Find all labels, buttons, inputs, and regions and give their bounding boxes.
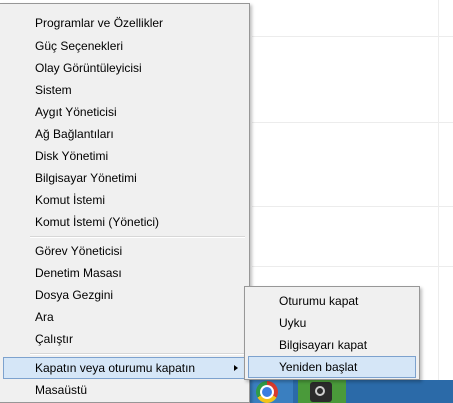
shutdown-submenu: Oturumu kapat Uyku Bilgisayarı kapat Yen… — [244, 286, 420, 380]
chrome-icon — [256, 381, 278, 403]
background-line — [252, 36, 453, 37]
menu-item-task-manager[interactable]: Görev Yöneticisi — [3, 240, 245, 262]
menu-item-command-prompt-admin[interactable]: Komut İstemi (Yönetici) — [3, 211, 245, 233]
steam-icon — [310, 382, 332, 402]
menu-item-label: Aygıt Yöneticisi — [35, 105, 117, 119]
menu-item-run[interactable]: Çalıştır — [3, 328, 245, 350]
menu-separator — [30, 353, 245, 355]
menu-item-label: Güç Seçenekleri — [35, 39, 124, 53]
submenu-item-sign-out[interactable]: Oturumu kapat — [248, 290, 416, 312]
menu-item-command-prompt[interactable]: Komut İstemi — [3, 189, 245, 211]
chevron-right-icon — [234, 365, 238, 371]
submenu-item-label: Uyku — [279, 316, 307, 330]
background-line — [438, 0, 439, 403]
menu-item-power-options[interactable]: Güç Seçenekleri — [3, 35, 245, 57]
power-user-menu: Programlar ve Özellikler Güç Seçenekleri… — [0, 3, 250, 403]
menu-item-label: Komut İstemi (Yönetici) — [35, 215, 160, 229]
menu-item-label: Disk Yönetimi — [35, 149, 109, 163]
menu-item-label: Komut İstemi — [35, 193, 106, 207]
submenu-item-label: Bilgisayarı kapat — [279, 338, 368, 352]
menu-item-label: Ara — [35, 310, 54, 324]
menu-item-programs-features[interactable]: Programlar ve Özellikler — [3, 12, 245, 34]
menu-item-search[interactable]: Ara — [3, 306, 245, 328]
menu-item-label: Bilgisayar Yönetimi — [35, 171, 137, 185]
menu-item-device-manager[interactable]: Aygıt Yöneticisi — [3, 101, 245, 123]
menu-separator — [30, 236, 245, 238]
menu-item-desktop[interactable]: Masaüstü — [3, 379, 245, 401]
menu-item-label: Programlar ve Özellikler — [35, 16, 164, 30]
menu-item-label: Kapatın veya oturumu kapatın — [35, 361, 196, 375]
menu-item-label: Dosya Gezgini — [35, 288, 114, 302]
menu-item-label: Olay Görüntüleyicisi — [35, 61, 142, 75]
menu-item-computer-management[interactable]: Bilgisayar Yönetimi — [3, 167, 245, 189]
menu-item-event-viewer[interactable]: Olay Görüntüleyicisi — [3, 57, 245, 79]
background-line — [252, 206, 453, 207]
menu-item-file-explorer[interactable]: Dosya Gezgini — [3, 284, 245, 306]
background-line — [252, 266, 453, 267]
menu-item-label: Denetim Masası — [35, 266, 122, 280]
submenu-item-label: Yeniden başlat — [279, 360, 358, 374]
menu-item-shutdown-signout[interactable]: Kapatın veya oturumu kapatın — [3, 357, 245, 379]
menu-item-label: Sistem — [35, 83, 72, 97]
menu-item-network-connections[interactable]: Ağ Bağlantıları — [3, 123, 245, 145]
menu-item-control-panel[interactable]: Denetim Masası — [3, 262, 245, 284]
submenu-item-label: Oturumu kapat — [279, 294, 359, 308]
submenu-item-restart[interactable]: Yeniden başlat — [248, 356, 416, 378]
submenu-item-sleep[interactable]: Uyku — [248, 312, 416, 334]
menu-item-label: Çalıştır — [35, 332, 74, 346]
menu-item-system[interactable]: Sistem — [3, 79, 245, 101]
menu-item-disk-management[interactable]: Disk Yönetimi — [3, 145, 245, 167]
menu-item-label: Görev Yöneticisi — [35, 244, 123, 258]
menu-item-label: Ağ Bağlantıları — [35, 127, 114, 141]
background-line — [252, 122, 453, 123]
submenu-item-shut-down[interactable]: Bilgisayarı kapat — [248, 334, 416, 356]
menu-item-label: Masaüstü — [35, 383, 88, 397]
